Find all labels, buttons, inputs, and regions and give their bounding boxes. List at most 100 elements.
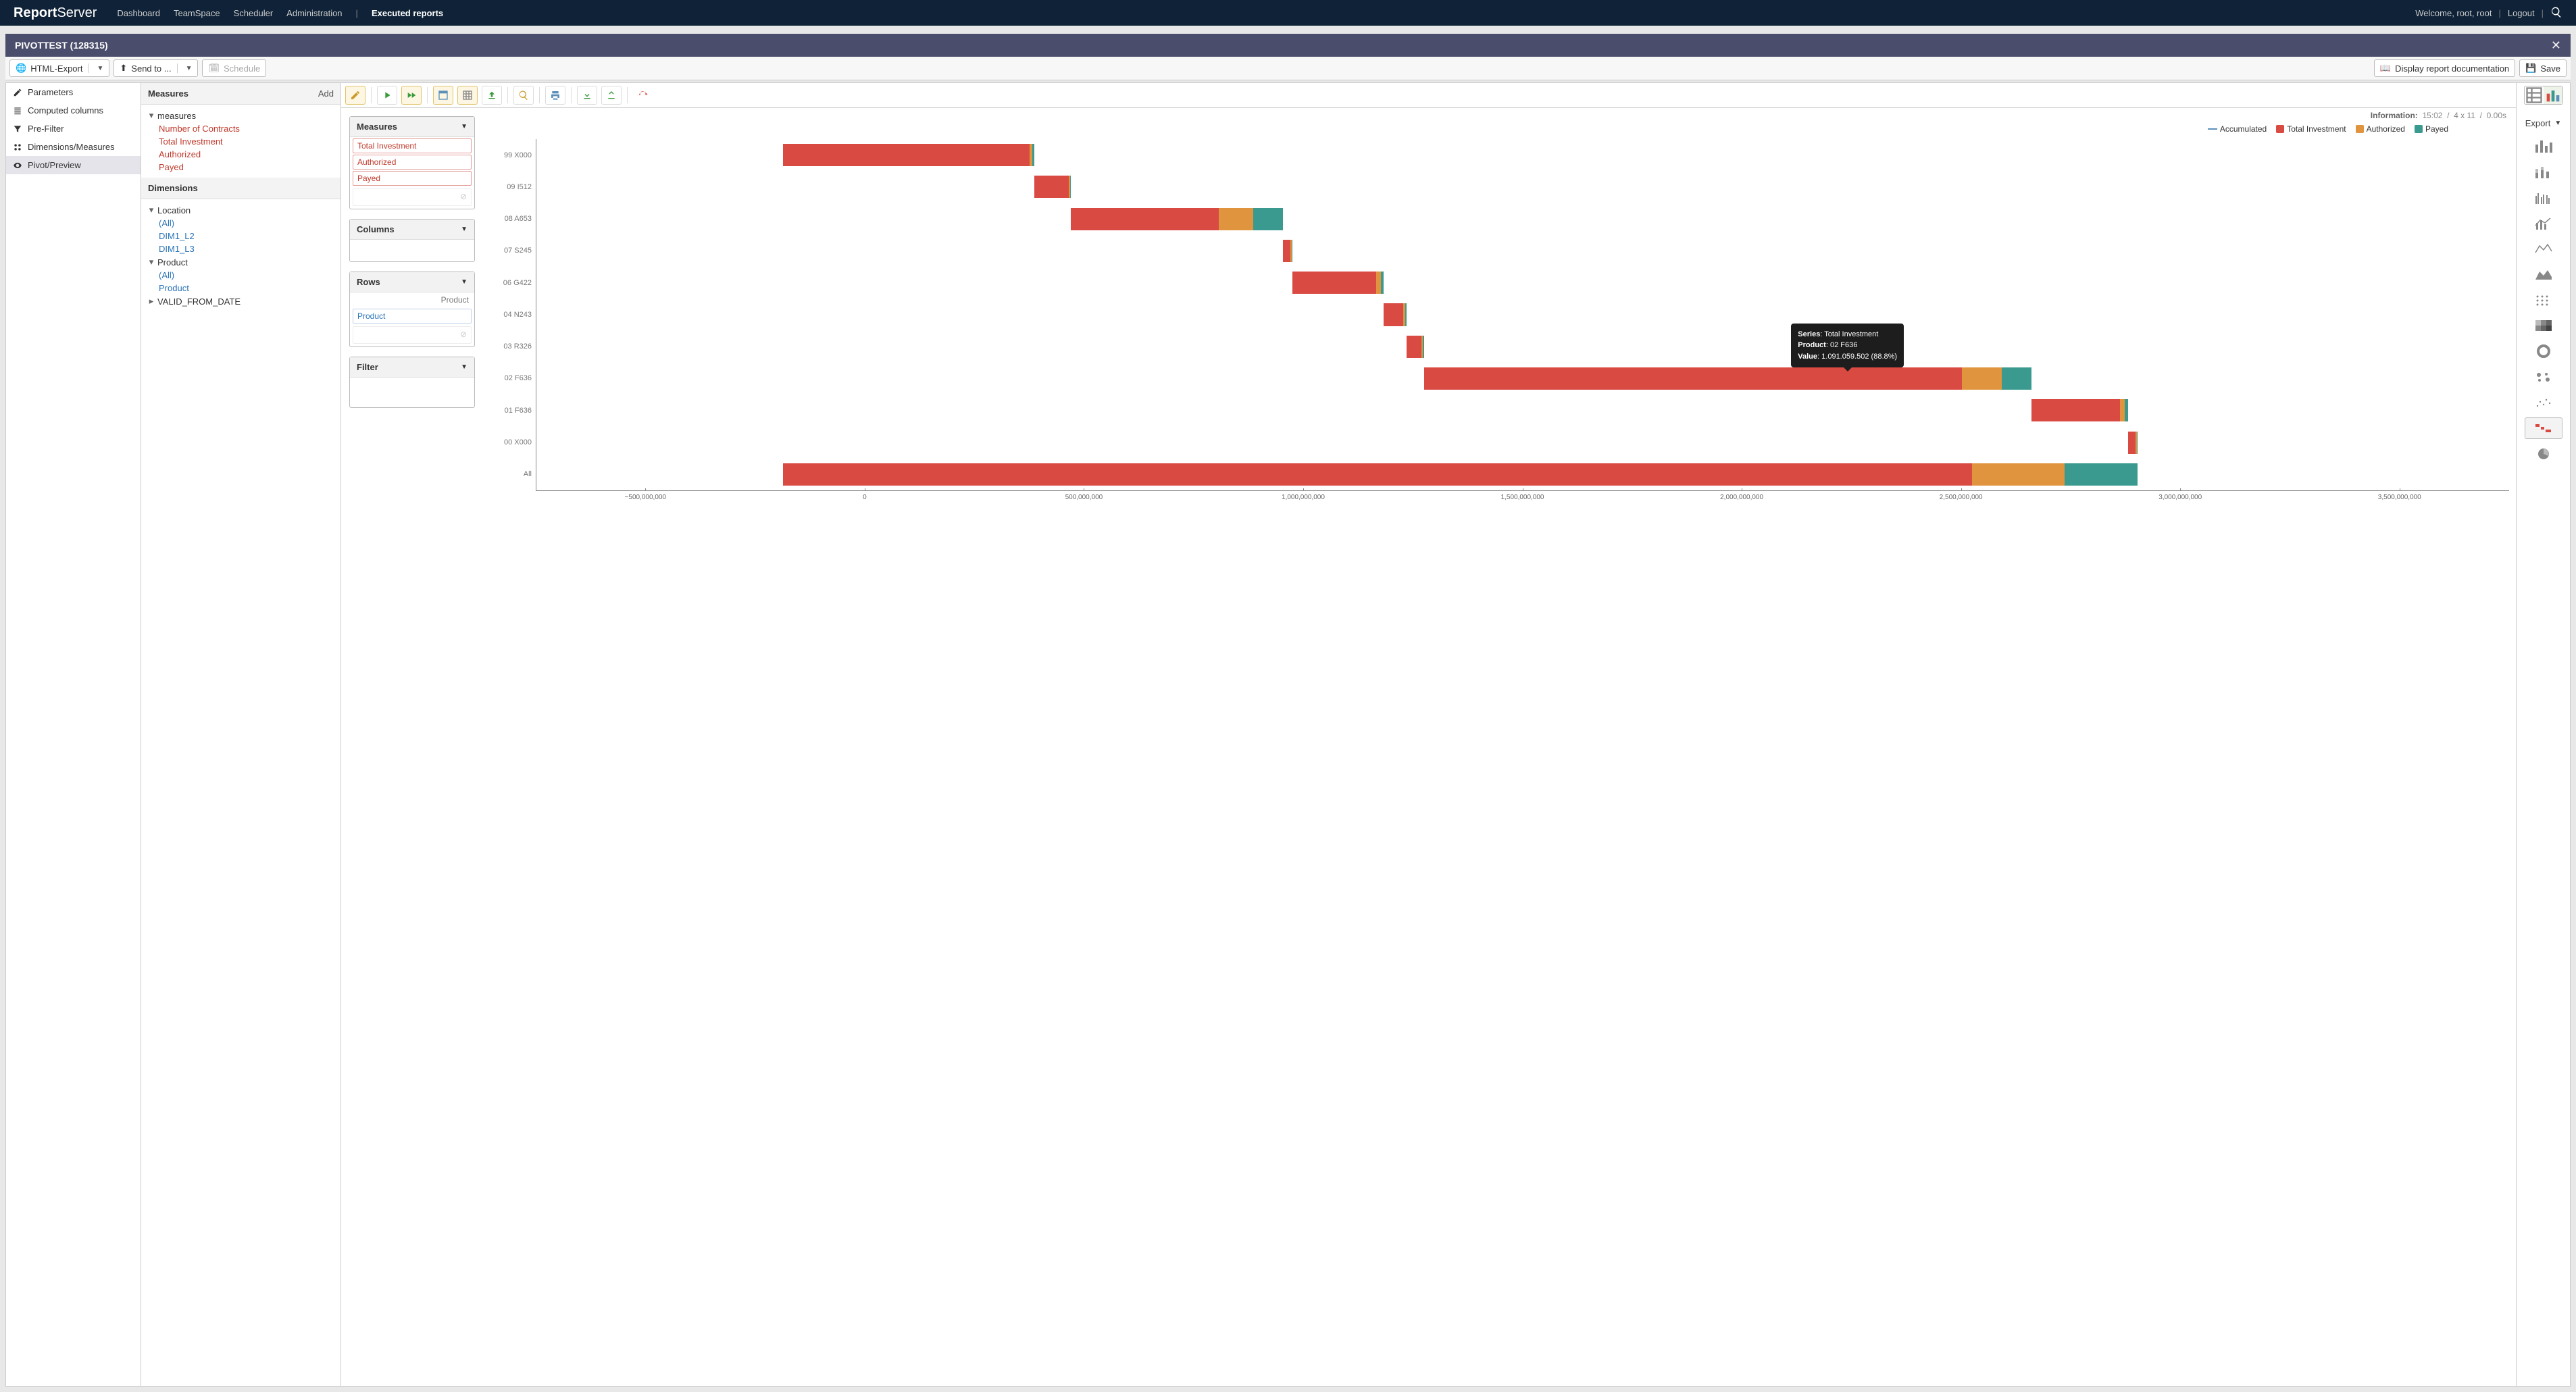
- measure-item[interactable]: Total Investment: [144, 135, 338, 148]
- chart-type-line[interactable]: [2525, 238, 2562, 259]
- send-to-button[interactable]: ⬆ Send to ... ▼: [113, 59, 198, 77]
- bar-segment[interactable]: [2137, 432, 2138, 454]
- print-button[interactable]: [545, 86, 565, 105]
- dim-item[interactable]: DIM1_L2: [144, 230, 338, 242]
- chart-view-toggle[interactable]: [2544, 86, 2562, 104]
- nav-computed-columns[interactable]: Computed columns: [6, 101, 141, 120]
- bar-segment[interactable]: [1384, 303, 1403, 326]
- nav-teamspace[interactable]: TeamSpace: [174, 8, 220, 18]
- chart-type-area[interactable]: [2525, 263, 2562, 285]
- grid-button[interactable]: [457, 86, 478, 105]
- bar-segment[interactable]: [1070, 176, 1071, 198]
- search-icon[interactable]: [2550, 6, 2562, 20]
- bar-segment[interactable]: [1376, 272, 1381, 294]
- measure-item[interactable]: Payed: [144, 161, 338, 174]
- measure-chip[interactable]: Total Investment: [353, 138, 472, 153]
- table-options-button[interactable]: [433, 86, 453, 105]
- bar-segment[interactable]: [1407, 336, 1421, 358]
- bar-segment[interactable]: [1283, 240, 1290, 262]
- bar-segment[interactable]: [1405, 303, 1407, 326]
- chart-type-bubble[interactable]: [2525, 366, 2562, 388]
- measure-chip[interactable]: Payed: [353, 171, 472, 186]
- bar-segment[interactable]: [2120, 399, 2125, 421]
- refresh-button[interactable]: [633, 86, 653, 105]
- bar-segment[interactable]: [783, 144, 1030, 166]
- drop-filter[interactable]: Filter▼: [349, 357, 475, 408]
- bar-segment[interactable]: [2128, 432, 2136, 454]
- bar-segment[interactable]: [1972, 463, 2065, 486]
- bar-segment[interactable]: [1381, 272, 1384, 294]
- measure-chip[interactable]: Authorized: [353, 155, 472, 170]
- dim-item[interactable]: (All): [144, 217, 338, 230]
- chart-type-grouped-bar[interactable]: [2525, 186, 2562, 208]
- bar-segment[interactable]: [1071, 208, 1219, 230]
- bar-segment[interactable]: [2065, 463, 2138, 486]
- dim-item[interactable]: Product: [144, 282, 338, 294]
- bar-segment[interactable]: [1253, 208, 1283, 230]
- download-button[interactable]: [577, 86, 597, 105]
- dim-location[interactable]: ▾Location: [144, 203, 338, 217]
- nav-executed-reports[interactable]: Executed reports: [372, 8, 443, 18]
- empty-slot[interactable]: ⊘: [353, 188, 472, 206]
- chart-type-waterfall[interactable]: [2525, 417, 2562, 439]
- chart-type-scatter[interactable]: [2525, 392, 2562, 413]
- display-documentation-button[interactable]: 📖 Display report documentation: [2374, 59, 2515, 77]
- nav-parameters[interactable]: Parameters: [6, 83, 141, 101]
- dim-item[interactable]: (All): [144, 269, 338, 282]
- chart-type-bar[interactable]: [2525, 135, 2562, 157]
- bar-segment[interactable]: [2002, 367, 2031, 390]
- drop-rows[interactable]: Rows▼ Product Product ⊘: [349, 272, 475, 347]
- close-icon[interactable]: ✕: [2551, 38, 2561, 53]
- bar-segment[interactable]: [2125, 399, 2128, 421]
- edit-button[interactable]: [345, 86, 365, 105]
- chart-type-dot-grid[interactable]: [2525, 289, 2562, 311]
- bar-segment[interactable]: [1034, 176, 1069, 198]
- chart-type-donut[interactable]: [2525, 340, 2562, 362]
- legend-authorized[interactable]: Authorized: [2356, 124, 2405, 134]
- dim-valid-from[interactable]: ▸VALID_FROM_DATE: [144, 294, 338, 308]
- html-export-button[interactable]: 🌐 HTML-Export ▼: [9, 59, 109, 77]
- legend-payed[interactable]: Payed: [2415, 124, 2448, 134]
- add-measure-button[interactable]: Add: [318, 88, 334, 99]
- measures-root[interactable]: ▾measures: [144, 109, 338, 122]
- nav-admin[interactable]: Administration: [286, 8, 342, 18]
- table-view-toggle[interactable]: [2525, 86, 2544, 104]
- legend-total-investment[interactable]: Total Investment: [2276, 124, 2346, 134]
- row-chip[interactable]: Product: [353, 309, 472, 324]
- nav-separator: |: [356, 8, 358, 18]
- logout-link[interactable]: Logout: [2508, 8, 2535, 18]
- bar-segment[interactable]: [1423, 336, 1424, 358]
- bar-segment[interactable]: [1962, 367, 2001, 390]
- chart-type-pie[interactable]: [2525, 443, 2562, 465]
- export-dropdown[interactable]: Export▼: [2525, 118, 2561, 128]
- fast-forward-button[interactable]: [401, 86, 422, 105]
- chart-area: Information: 15:02 / 4 x 11 / 0.00s Accu…: [483, 108, 2516, 1386]
- nav-dimensions-measures[interactable]: Dimensions/Measures: [6, 138, 141, 156]
- drop-measures[interactable]: Measures▼ Total Investment Authorized Pa…: [349, 116, 475, 209]
- bar-segment[interactable]: [1292, 272, 1376, 294]
- bar-segment[interactable]: [2031, 399, 2120, 421]
- nav-pivot-preview[interactable]: Pivot/Preview: [6, 156, 141, 174]
- save-button[interactable]: 💾 Save: [2519, 59, 2567, 77]
- nav-scheduler[interactable]: Scheduler: [234, 8, 274, 18]
- upload-button[interactable]: [601, 86, 622, 105]
- chart-type-heatmap[interactable]: [2525, 315, 2562, 336]
- export-table-button[interactable]: [482, 86, 502, 105]
- empty-slot[interactable]: ⊘: [353, 326, 472, 344]
- chart-type-combo[interactable]: [2525, 212, 2562, 234]
- bar-segment[interactable]: [783, 463, 1972, 486]
- bar-segment[interactable]: [1424, 367, 1962, 390]
- nav-pre-filter[interactable]: Pre-Filter: [6, 120, 141, 138]
- dim-product[interactable]: ▾Product: [144, 255, 338, 269]
- legend-accumulated[interactable]: Accumulated: [2208, 124, 2267, 134]
- play-button[interactable]: [377, 86, 397, 105]
- chart-type-stacked-bar[interactable]: [2525, 161, 2562, 182]
- drop-columns[interactable]: Columns▼: [349, 219, 475, 262]
- dim-item[interactable]: DIM1_L3: [144, 242, 338, 255]
- measure-item[interactable]: Authorized: [144, 148, 338, 161]
- bar-segment[interactable]: [1219, 208, 1253, 230]
- measure-item[interactable]: Number of Contracts: [144, 122, 338, 135]
- bar-segment[interactable]: [1032, 144, 1035, 166]
- zoom-button[interactable]: [513, 86, 534, 105]
- nav-dashboard[interactable]: Dashboard: [117, 8, 160, 18]
